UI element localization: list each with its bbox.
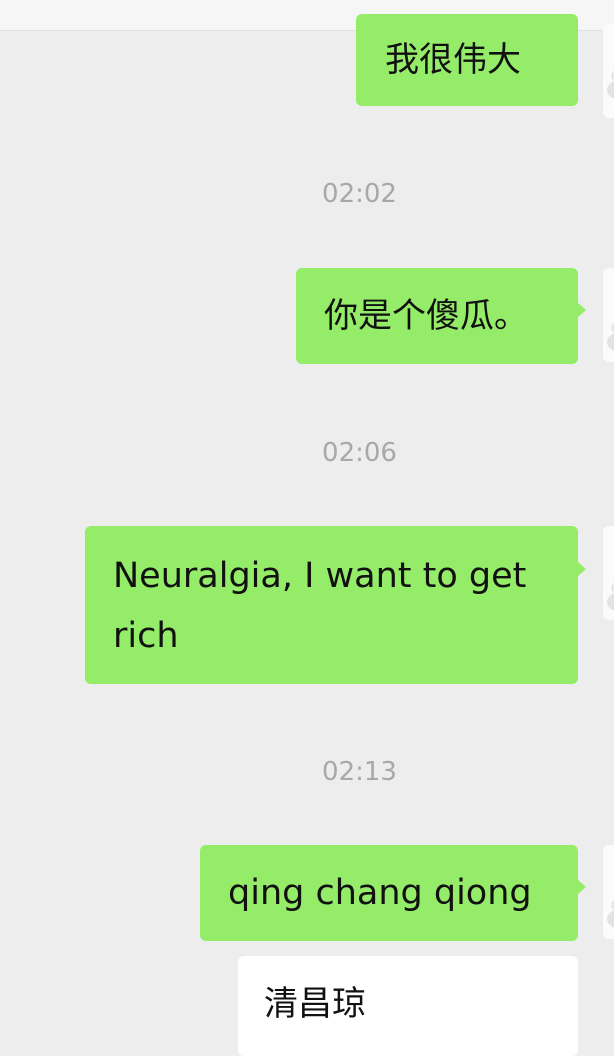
message-bubble-sent[interactable]: 你是个傻瓜。: [296, 268, 578, 364]
message-bubble-sent[interactable]: qing chang qiong: [200, 845, 578, 941]
message-text: qing chang qiong: [228, 873, 532, 913]
timestamp: 02:13: [322, 757, 397, 787]
timestamp: 02:06: [322, 438, 397, 468]
user-avatar-icon[interactable]: [603, 845, 614, 939]
message-text: 清昌琼: [264, 984, 366, 1024]
message-text: 我很伟大: [385, 40, 521, 80]
timestamp: 02:02: [322, 179, 397, 209]
user-avatar-icon[interactable]: [603, 24, 614, 118]
message-text: Neuralgia, I want to get rich: [113, 556, 527, 656]
message-bubble-sent[interactable]: Neuralgia, I want to get rich: [85, 526, 578, 684]
user-avatar-icon[interactable]: [603, 268, 614, 362]
message-text: 你是个傻瓜。: [324, 296, 528, 336]
message-card[interactable]: 清昌琼: [238, 956, 578, 1056]
message-bubble-sent[interactable]: 我很伟大: [356, 14, 578, 106]
user-avatar-icon[interactable]: [603, 526, 614, 620]
bubble-tail: [577, 302, 586, 318]
bubble-tail: [577, 879, 586, 895]
bubble-tail: [577, 561, 586, 577]
